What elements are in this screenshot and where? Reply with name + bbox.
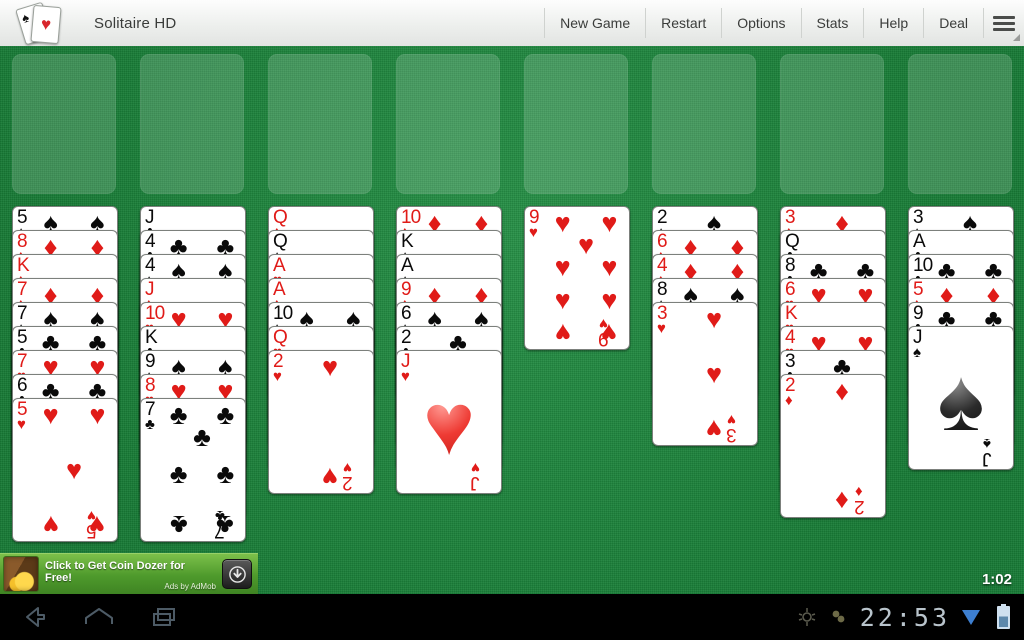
- menu-item-help[interactable]: Help: [864, 8, 925, 38]
- card-3-hearts[interactable]: 3 ♥ 3 ♥ ♥ ♥ ♥: [652, 302, 758, 446]
- card-pip-grid: ♥ ♥ ♥ ♥ ♥: [42, 400, 106, 540]
- card-corner-rank: J ♠: [913, 327, 923, 361]
- foundation-slot-2[interactable]: [140, 54, 244, 194]
- coin-dozer-thumbnail: [3, 556, 39, 592]
- usb-debug-icon[interactable]: [796, 606, 818, 628]
- card-7-clubs[interactable]: 7 ♣ 7 ♣ ♣ ♣ ♣ ♣ ♣ ♣ ♣: [140, 398, 246, 542]
- hamburger-menu-icon[interactable]: [984, 0, 1024, 46]
- solitaire-app-window: ♠ ♥ Solitaire HD New Game Restart Option…: [0, 0, 1024, 640]
- tableau-column-2[interactable]: J♣4♣♣♣♣♣4♠♠♠♠♠J♦10♥♥♥♥♥♥♥♥♥♥♥K♣9♠♠♠♠♠♠♠♠…: [140, 206, 246, 542]
- card-2-hearts[interactable]: 2 ♥ 2 ♥ ♥ ♥: [268, 350, 374, 494]
- foundation-slot-8[interactable]: [908, 54, 1012, 194]
- card-pip-grid: ♥ ♥ ♥ ♥ ♥ ♥ ♥ ♥ ♥: [554, 208, 618, 348]
- ad-attribution: Ads by AdMob: [164, 582, 216, 591]
- card-5-hearts[interactable]: 5 ♥ 5 ♥ ♥ ♥ ♥ ♥ ♥: [12, 398, 118, 542]
- home-icon[interactable]: [66, 594, 132, 640]
- tableau-column-1[interactable]: 5♠♠♠♠♠♠8♦♦♦♦♦♦♦♦♦K♦7♦♦♦♦♦♦♦♦7♠♠♠♠♠♠♠♠5♣♣…: [12, 206, 118, 542]
- card-9-hearts[interactable]: 9 ♥ 9 ♥ ♥ ♥ ♥ ♥ ♥ ♥ ♥ ♥ ♥: [524, 206, 630, 350]
- menu-item-restart[interactable]: Restart: [646, 8, 723, 38]
- page-title: Solitaire HD: [94, 14, 177, 32]
- tableau-column-6[interactable]: 2♠♠♠6♦♦♦♦♦♦♦4♦♦♦♦♦8♠♠♠♠♠♠♠♠♠3♥3♥♥♥♥: [652, 206, 758, 446]
- card-J-hearts[interactable]: J ♥ J ♥ ♥: [396, 350, 502, 494]
- card-pip-grid: ♥ ♥: [321, 352, 338, 492]
- tableau-column-3[interactable]: Q♦Q♠A♥A♦10♠♠♠♠♠♠♠♠♠♠♠Q♥2♥2♥♥♥: [268, 206, 374, 494]
- menu-item-stats[interactable]: Stats: [802, 8, 865, 38]
- app-header: ♠ ♥ Solitaire HD New Game Restart Option…: [0, 0, 1024, 47]
- card-face-suit: ♥: [422, 373, 476, 473]
- solitaire-cards-icon: ♠ ♥: [14, 1, 70, 46]
- card-corner-rank-bottom: J ♠: [983, 435, 992, 469]
- foundation-slot-5[interactable]: [524, 54, 628, 194]
- menu-item-deal[interactable]: Deal: [924, 8, 984, 38]
- sync-icon[interactable]: [828, 606, 850, 628]
- card-pip-grid: ♥ ♥ ♥: [705, 304, 722, 444]
- wifi-icon[interactable]: [960, 606, 982, 628]
- card-pip-grid: ♣ ♣ ♣ ♣ ♣ ♣ ♣: [169, 400, 235, 540]
- foundation-slot-7[interactable]: [780, 54, 884, 194]
- foundation-slot-4[interactable]: [396, 54, 500, 194]
- foundation-slot-6[interactable]: [652, 54, 756, 194]
- recent-apps-icon[interactable]: [132, 594, 198, 640]
- card-face-suit: ♠: [937, 349, 985, 449]
- menu-item-new-game[interactable]: New Game: [544, 8, 647, 38]
- game-timer: 1:02: [981, 571, 1012, 588]
- back-arrow-icon[interactable]: [0, 594, 66, 640]
- tableau-column-7[interactable]: 3♦♦♦♦Q♣8♣♣♣♣♣♣♣♣♣6♥♥♥♥♥♥♥K♥4♥♥♥♥♥3♣♣♣♣2♦…: [780, 206, 886, 518]
- foundation-slot-1[interactable]: [12, 54, 116, 194]
- ad-banner[interactable]: Click to Get Coin Dozer for Free! Ads by…: [0, 553, 258, 594]
- menu-item-options[interactable]: Options: [722, 8, 802, 38]
- card-pip-grid: ♦ ♦: [835, 376, 849, 516]
- battery-icon[interactable]: [992, 603, 1014, 629]
- card-2-diamonds[interactable]: 2 ♦ 2 ♦ ♦ ♦: [780, 374, 886, 518]
- header-menu: New Game Restart Options Stats Help Deal: [544, 8, 1024, 41]
- system-tray: 22:53: [796, 603, 1024, 632]
- game-table: 5♠♠♠♠♠♠8♦♦♦♦♦♦♦♦♦K♦7♦♦♦♦♦♦♦♦7♠♠♠♠♠♠♠♠5♣♣…: [0, 46, 1024, 594]
- tableau-column-5[interactable]: 9 ♥ 9 ♥ ♥ ♥ ♥ ♥ ♥ ♥ ♥ ♥ ♥: [524, 206, 630, 350]
- ad-text: Click to Get Coin Dozer for Free! Ads by…: [45, 557, 222, 591]
- tableau-column-4[interactable]: 10♦♦♦♦♦♦♦♦♦♦♦K♠A♠9♦♦♦♦♦♦♦♦♦♦6♠♠♠♠♠♠♠2♣♣♣…: [396, 206, 502, 494]
- tableau-column-8[interactable]: 3♠♠♠♠A♣10♣♣♣♣♣♣♣♣♣♣♣5♦♦♦♦♦♦9♣♣♣♣♣♣♣♣♣♣J♠…: [908, 206, 1014, 470]
- foundation-slot-3[interactable]: [268, 54, 372, 194]
- system-clock: 22:53: [859, 602, 950, 632]
- download-arrow-icon[interactable]: [222, 559, 252, 589]
- android-navigation-bar: 22:53: [0, 594, 1024, 640]
- card-J-spades[interactable]: J ♠ J ♠ ♠: [908, 326, 1014, 470]
- ad-headline-line1: Click to Get Coin Dozer for: [45, 560, 185, 572]
